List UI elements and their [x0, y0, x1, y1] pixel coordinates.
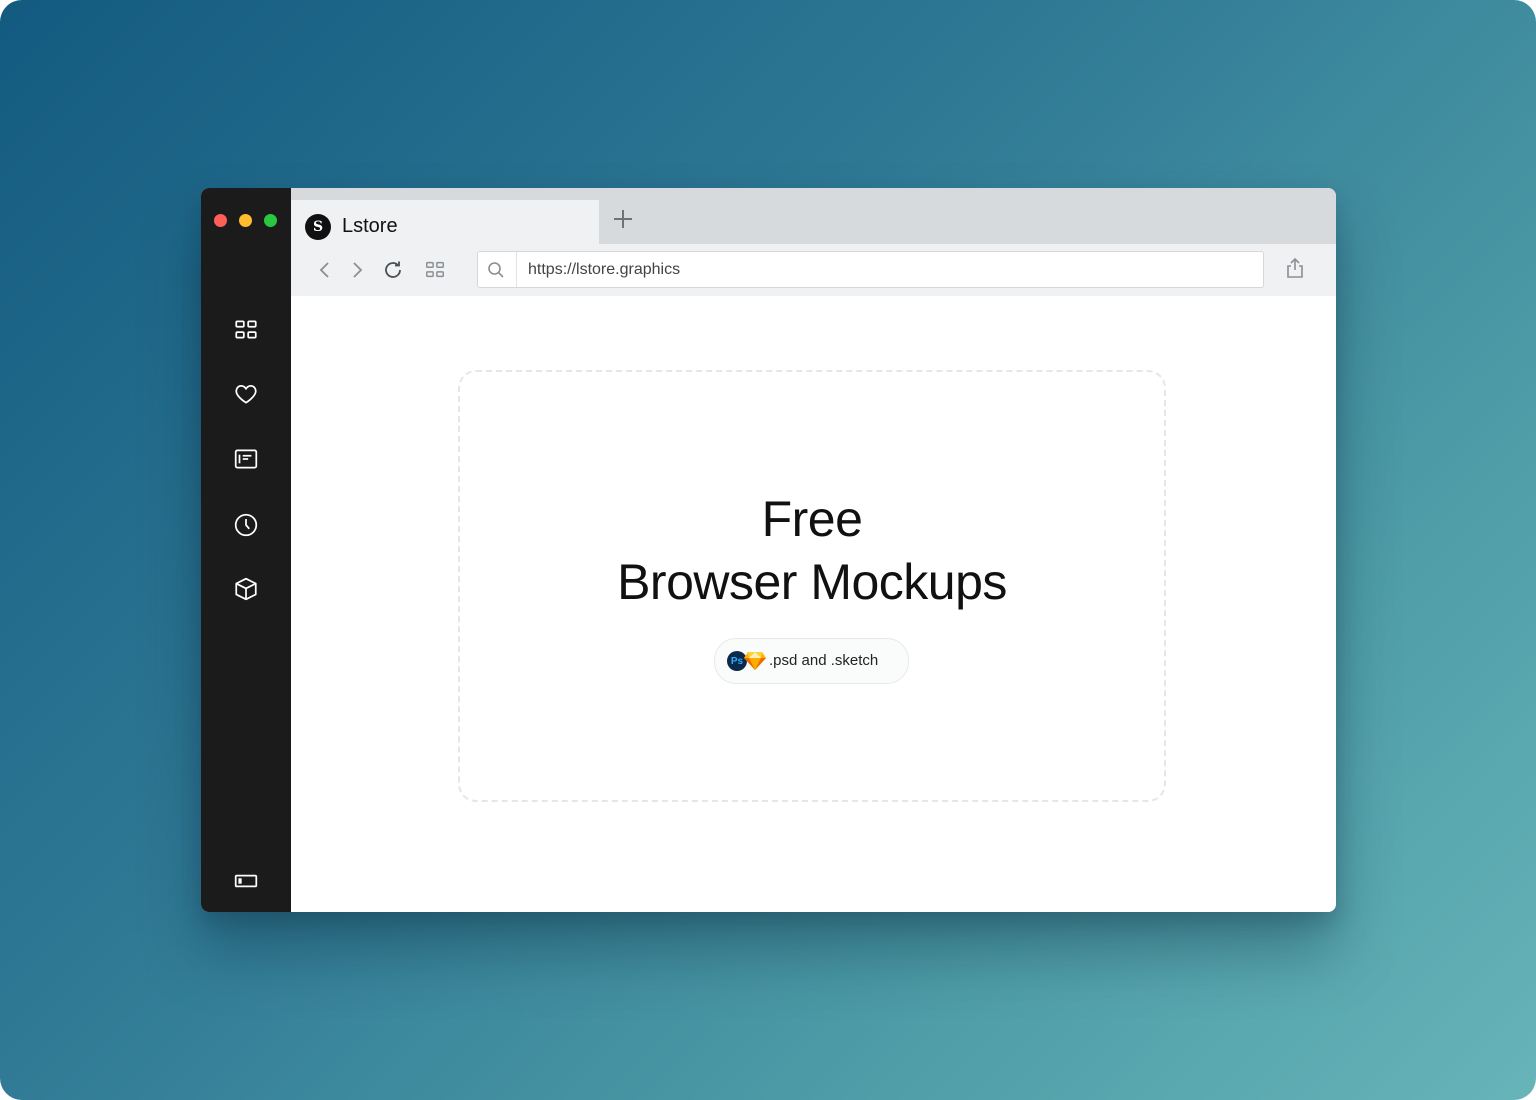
tab-title: Lstore [342, 215, 398, 237]
address-bar[interactable]: https://lstore.graphics [477, 251, 1264, 288]
heart-icon [235, 385, 257, 404]
headline-line-1: Free [761, 491, 863, 547]
page-title: Free Browser Mockups [460, 488, 1164, 614]
sidebar-item-grid[interactable] [231, 315, 261, 345]
url-text[interactable]: https://lstore.graphics [528, 261, 680, 279]
maximize-button[interactable] [264, 214, 277, 227]
reader-icon [234, 449, 258, 469]
minimize-button[interactable] [239, 214, 252, 227]
format-badge-text: .psd and .sketch [769, 652, 879, 669]
lstore-logo-icon: S [305, 214, 331, 240]
headline-line-2: Browser Mockups [617, 554, 1007, 610]
search-icon [488, 262, 504, 278]
sidebar [201, 188, 291, 912]
clock-icon [234, 513, 258, 537]
grid-icon [235, 320, 257, 339]
sketch-icon [744, 652, 766, 670]
new-tab-button[interactable] [609, 205, 637, 233]
sidebar-item-favorites[interactable] [231, 379, 261, 409]
sidebar-item-reader[interactable] [231, 444, 261, 474]
placeholder-card: Free Browser Mockups Ps .psd and .sketch [458, 370, 1166, 802]
plus-icon [614, 210, 632, 228]
format-badge: Ps .psd and .sketch [714, 638, 909, 684]
close-button[interactable] [214, 214, 227, 227]
chevron-left-icon [319, 262, 329, 278]
address-bar-divider [516, 252, 517, 287]
sidebar-toggle-button[interactable] [231, 866, 261, 896]
share-button[interactable] [1284, 257, 1308, 281]
browser-window: S Lstore https://lstore.graphics Free Br… [201, 188, 1336, 912]
grid-icon [426, 261, 444, 278]
cube-icon [235, 577, 257, 601]
sidebar-toggle-icon [234, 874, 258, 888]
tab-lstore[interactable]: S Lstore [291, 200, 599, 244]
tab-overview-button[interactable] [423, 258, 447, 282]
forward-button[interactable] [345, 258, 369, 282]
chevron-right-icon [353, 262, 363, 278]
toolbar: https://lstore.graphics [291, 244, 1336, 297]
sidebar-item-extensions[interactable] [231, 574, 261, 604]
desktop-background: S Lstore https://lstore.graphics Free Br… [0, 0, 1536, 1100]
title-bar: S Lstore https://lstore.graphics [291, 188, 1336, 297]
page-content: Free Browser Mockups Ps .psd and .sketch [291, 296, 1336, 912]
reload-button[interactable] [381, 258, 405, 282]
back-button[interactable] [313, 258, 337, 282]
share-icon [1287, 257, 1303, 278]
reload-icon [385, 261, 401, 278]
sidebar-item-history[interactable] [231, 510, 261, 540]
